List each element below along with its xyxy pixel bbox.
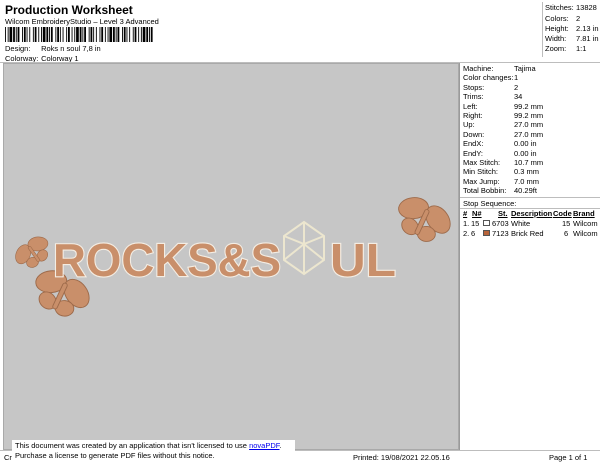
machine-info-row: Trims: 34 xyxy=(463,92,522,101)
col-header: N# xyxy=(472,209,482,218)
machine-info-row: Total Bobbin: 40.29ft xyxy=(463,186,537,195)
design-preview: ROCKS&S UL xyxy=(3,63,463,450)
printed-date: Printed: 19/08/2021 22.05.16 xyxy=(353,453,450,462)
summary-row: Zoom: 1:1 xyxy=(545,44,587,53)
machine-info-value: 27.0 mm xyxy=(514,129,544,139)
stop-sequence-title: Stop Sequence: xyxy=(463,199,517,208)
summary-row: Height: 2.13 in xyxy=(545,24,599,33)
machine-info-label: EndY: xyxy=(463,148,484,158)
machine-info-row: Down: 27.0 mm xyxy=(463,130,543,139)
machine-info-row: Left: 99.2 mm xyxy=(463,102,543,111)
machine-info-label: Right: xyxy=(463,111,483,120)
machine-info-row: Up: 27.0 mm xyxy=(463,120,543,129)
machine-info-value: 27.0 mm xyxy=(514,120,544,130)
color-swatch xyxy=(483,230,490,236)
notice-text: This document was created by an applicat… xyxy=(15,441,250,450)
footer-left: Cr xyxy=(4,453,12,462)
machine-info-row: Min Stitch: 0.3 mm xyxy=(463,167,539,176)
machine-info-label: Left: xyxy=(463,101,478,111)
machine-info-label: Down: xyxy=(463,129,485,139)
machine-info-value: 99.2 mm xyxy=(514,111,544,120)
machine-info-label: Max Stitch: xyxy=(463,158,501,167)
machine-info-value: 40.29ft xyxy=(514,186,537,196)
col-header: Brand xyxy=(573,209,595,218)
machine-info-label: Stops: xyxy=(463,82,485,92)
software-name: Wilcom EmbroideryStudio – Level 3 Advanc… xyxy=(5,17,159,26)
col-header: Description xyxy=(511,209,553,218)
notice-text: Purchase a license to generate PDF files… xyxy=(15,451,215,460)
page-title: Production Worksheet xyxy=(5,3,133,17)
machine-info-label: Total Bobbin: xyxy=(463,186,507,196)
page-number: Page 1 of 1 xyxy=(549,453,588,462)
machine-info-row: Color changes:1 xyxy=(463,73,518,82)
machine-info-value: 2 xyxy=(514,82,519,92)
summary-row: Stitches: 13828 xyxy=(545,3,597,12)
machine-info-row: EndX: 0.00 in xyxy=(463,139,537,148)
machine-info-value: 0.00 in xyxy=(514,148,537,158)
design-text-right: UL xyxy=(330,234,396,286)
license-notice: This document was created by an applicat… xyxy=(12,440,295,462)
machine-info-value: 10.7 mm xyxy=(514,158,544,167)
divider xyxy=(460,197,600,198)
machine-info-value: 34 xyxy=(514,92,523,102)
barcode xyxy=(5,27,153,42)
machine-info-label: Trims: xyxy=(463,92,484,102)
machine-info-value: 1 xyxy=(514,73,519,83)
machine-info-label: Min Stitch: xyxy=(463,167,499,177)
design-value: Roks n soul 7,8 in xyxy=(41,44,101,53)
machine-info-label: EndX: xyxy=(463,139,484,149)
novapdf-link[interactable]: novaPDF xyxy=(249,441,279,450)
embroidery-artwork: ROCKS&S UL xyxy=(6,184,463,329)
machine-info-label: Up: xyxy=(463,120,475,130)
diamond-icon xyxy=(283,220,325,276)
machine-info-label: Machine: xyxy=(463,64,494,73)
machine-info-label: Color changes: xyxy=(463,73,514,83)
design-text-left: ROCKS&S xyxy=(53,234,281,286)
butterfly-icon xyxy=(384,184,463,254)
summary-row: Width: 7.81 in xyxy=(545,34,599,43)
machine-info-value: 7.0 mm xyxy=(514,176,540,186)
machine-info-value: Tajima xyxy=(514,64,536,73)
summary-panel: Stitches: 13828 Colors: 2 Height: 2.13 in W… xyxy=(542,2,600,57)
col-header: # xyxy=(463,209,468,218)
machine-info-row: Machine: Tajima xyxy=(463,64,536,73)
color-swatch xyxy=(483,220,490,226)
machine-info-value: 99.2 mm xyxy=(514,101,544,111)
machine-info-row: Max Jump: 7.0 mm xyxy=(463,177,539,186)
machine-info-panel: Machine: Tajima Color changes:1 Stops: 2 Trim… xyxy=(459,63,600,450)
machine-info-row: Stops: 2 xyxy=(463,83,518,92)
machine-info-label: Max Jump: xyxy=(463,176,500,186)
design-row: Design: Roks n soul 7,8 in xyxy=(5,44,101,53)
machine-info-row: EndY: 0.00 in xyxy=(463,149,537,158)
machine-info-value: 0.00 in xyxy=(514,139,537,149)
col-header: Code xyxy=(553,209,572,218)
machine-info-row: Max Stitch: 10.7 mm xyxy=(463,158,543,167)
design-label: Design: xyxy=(5,44,31,53)
machine-info-row: Right: 99.2 mm xyxy=(463,111,543,120)
butterfly-icon xyxy=(6,227,60,278)
machine-info-value: 0.3 mm xyxy=(514,167,540,177)
col-header: St. xyxy=(498,209,508,218)
summary-row: Colors: 2 xyxy=(545,14,581,23)
